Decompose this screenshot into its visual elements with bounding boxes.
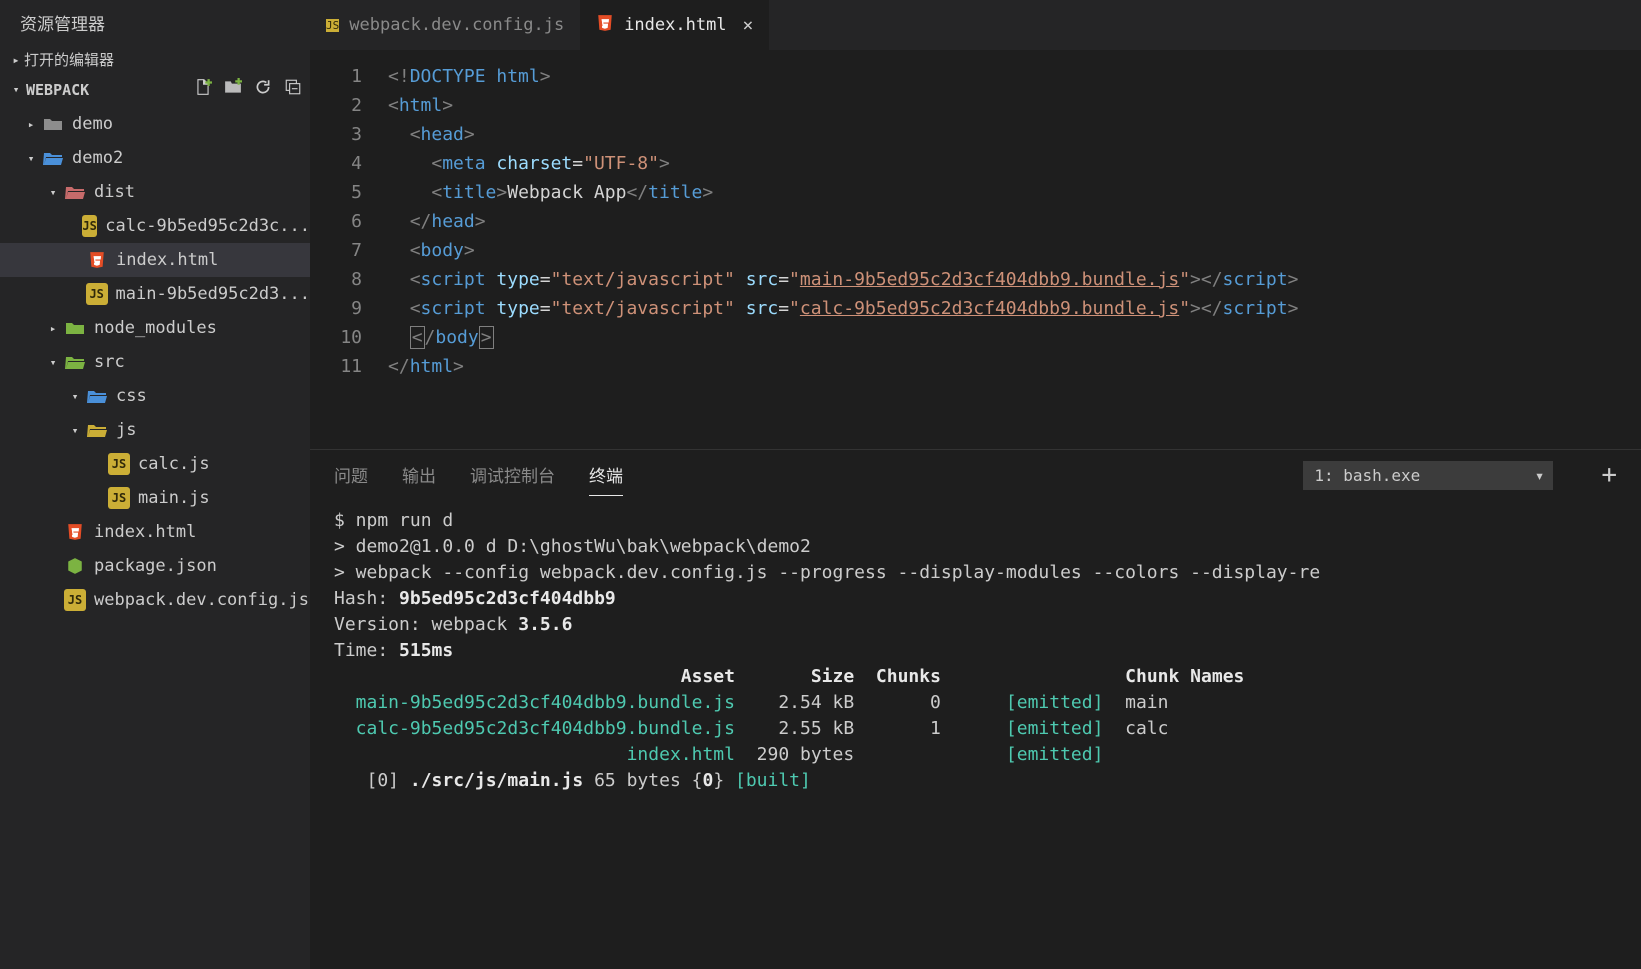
chevron-icon: ▾ bbox=[46, 186, 60, 199]
main-area: JS webpack.dev.config.js index.html × 12345… bbox=[310, 0, 1641, 969]
tree-item[interactable]: JS main.js bbox=[0, 481, 310, 515]
panel-tab[interactable]: 问题 bbox=[334, 454, 368, 496]
tree-item[interactable]: JS main-9b5ed95c2d3... bbox=[0, 277, 310, 311]
refresh-icon[interactable] bbox=[254, 78, 272, 101]
tree-item[interactable]: ▾ demo2 bbox=[0, 141, 310, 175]
folder-icon bbox=[42, 147, 64, 169]
open-editors-label: 打开的编辑器 bbox=[24, 49, 114, 70]
tree-item[interactable]: index.html bbox=[0, 515, 310, 549]
chevron-icon: ▾ bbox=[68, 390, 82, 403]
workspace-name: WEBPACK bbox=[26, 81, 89, 99]
tree-item-label: dist bbox=[94, 182, 135, 202]
folder-icon bbox=[86, 419, 108, 441]
bottom-panel: 问题输出调试控制台终端 1: bash.exe + $ npm run d> d… bbox=[310, 449, 1641, 969]
js-icon: JS bbox=[82, 215, 97, 237]
tree-item[interactable]: ▸ demo bbox=[0, 107, 310, 141]
explorer-sidebar: 资源管理器 ▸ 打开的编辑器 ▾ WEBPACK ▸ demo ▾ demo2 ▾ dis… bbox=[0, 0, 310, 969]
json-icon bbox=[64, 555, 86, 577]
tree-item[interactable]: index.html bbox=[0, 243, 310, 277]
collapse-all-icon[interactable] bbox=[284, 78, 302, 101]
tree-item-label: css bbox=[116, 386, 147, 406]
panel-tab[interactable]: 输出 bbox=[402, 454, 436, 496]
editor-tab[interactable]: index.html × bbox=[580, 0, 769, 50]
tree-item-label: main.js bbox=[138, 488, 210, 508]
tree-item[interactable]: ▾ css bbox=[0, 379, 310, 413]
tree-item-label: main-9b5ed95c2d3... bbox=[116, 284, 310, 304]
new-folder-icon[interactable] bbox=[224, 78, 242, 101]
tree-item-label: demo2 bbox=[72, 148, 123, 168]
js-icon: JS bbox=[108, 453, 130, 475]
new-file-icon[interactable] bbox=[194, 78, 212, 101]
tree-item-label: src bbox=[94, 352, 125, 372]
chevron-down-icon: ▾ bbox=[8, 83, 24, 96]
chevron-icon: ▾ bbox=[46, 356, 60, 369]
tree-item[interactable]: JS webpack.dev.config.js bbox=[0, 583, 310, 617]
code-editor[interactable]: 1234567891011 <!DOCTYPE html><html> <hea… bbox=[310, 50, 1641, 449]
html-icon bbox=[64, 521, 86, 543]
tree-item[interactable]: ▸ node_modules bbox=[0, 311, 310, 345]
tree-item-label: package.json bbox=[94, 556, 217, 576]
js-icon: JS bbox=[108, 487, 130, 509]
folder-icon bbox=[64, 351, 86, 373]
tree-item[interactable]: ▾ src bbox=[0, 345, 310, 379]
workspace-section[interactable]: ▾ WEBPACK bbox=[0, 74, 310, 105]
tree-item-label: index.html bbox=[94, 522, 196, 542]
js-icon: JS bbox=[64, 589, 86, 611]
folder-icon bbox=[64, 181, 86, 203]
editor-tabs: JS webpack.dev.config.js index.html × bbox=[310, 0, 1641, 50]
panel-tab[interactable]: 调试控制台 bbox=[470, 454, 555, 496]
js-icon: JS bbox=[326, 19, 339, 32]
folder-icon bbox=[64, 317, 86, 339]
chevron-right-icon: ▸ bbox=[8, 53, 24, 67]
js-icon: JS bbox=[86, 283, 108, 305]
tree-item[interactable]: ▾ js bbox=[0, 413, 310, 447]
tree-item-label: index.html bbox=[116, 250, 218, 270]
tree-item[interactable]: package.json bbox=[0, 549, 310, 583]
close-icon[interactable]: × bbox=[743, 15, 754, 36]
new-terminal-icon[interactable]: + bbox=[1601, 460, 1617, 490]
open-editors-section[interactable]: ▸ 打开的编辑器 bbox=[0, 45, 310, 74]
editor-tab[interactable]: JS webpack.dev.config.js bbox=[310, 0, 580, 50]
chevron-icon: ▸ bbox=[46, 322, 60, 335]
tree-item[interactable]: JS calc-9b5ed95c2d3c... bbox=[0, 209, 310, 243]
chevron-icon: ▸ bbox=[24, 118, 38, 131]
explorer-title: 资源管理器 bbox=[0, 0, 310, 45]
terminal-select[interactable]: 1: bash.exe bbox=[1303, 461, 1553, 490]
workspace-actions bbox=[194, 78, 302, 101]
panel-tabs: 问题输出调试控制台终端 1: bash.exe + bbox=[310, 450, 1641, 500]
tree-item-label: calc-9b5ed95c2d3c... bbox=[105, 216, 310, 236]
tree-item-label: js bbox=[116, 420, 136, 440]
file-tree: ▸ demo ▾ demo2 ▾ dist JS calc-9b5ed95c2d3c... in… bbox=[0, 105, 310, 619]
tree-item-label: node_modules bbox=[94, 318, 217, 338]
html-icon bbox=[596, 14, 614, 37]
tree-item-label: webpack.dev.config.js bbox=[94, 590, 309, 610]
folder-icon bbox=[42, 113, 64, 135]
terminal-output[interactable]: $ npm run d> demo2@1.0.0 d D:\ghostWu\ba… bbox=[310, 500, 1641, 969]
code-content[interactable]: <!DOCTYPE html><html> <head> <meta chars… bbox=[380, 50, 1641, 449]
tree-item[interactable]: JS calc.js bbox=[0, 447, 310, 481]
line-gutter: 1234567891011 bbox=[310, 50, 380, 449]
tree-item-label: demo bbox=[72, 114, 113, 134]
folder-icon bbox=[86, 385, 108, 407]
panel-tab[interactable]: 终端 bbox=[589, 454, 623, 496]
chevron-icon: ▾ bbox=[68, 424, 82, 437]
tab-label: index.html bbox=[624, 15, 726, 35]
html-icon bbox=[86, 249, 108, 271]
chevron-icon: ▾ bbox=[24, 152, 38, 165]
tree-item-label: calc.js bbox=[138, 454, 210, 474]
tab-label: webpack.dev.config.js bbox=[349, 15, 564, 35]
tree-item[interactable]: ▾ dist bbox=[0, 175, 310, 209]
